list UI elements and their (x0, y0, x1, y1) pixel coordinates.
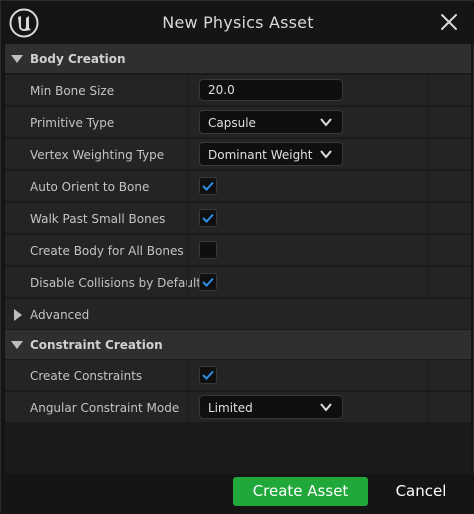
divider (187, 235, 188, 266)
vertex-weighting-type-value: Dominant Weight (208, 148, 313, 162)
divider (427, 139, 428, 170)
angular-constraint-mode-dropdown[interactable]: Limited (199, 395, 343, 419)
dialog-footer: Create Asset Cancel (1, 474, 474, 514)
row-vertex-weighting-type: Vertex Weighting Type Dominant Weight (5, 139, 471, 170)
chevron-down-icon (320, 118, 332, 127)
chevron-down-icon (320, 150, 332, 159)
divider (187, 267, 188, 298)
primitive-type-dropdown[interactable]: Capsule (199, 110, 343, 134)
walk-past-small-bones-label: Walk Past Small Bones (30, 212, 166, 226)
divider (187, 203, 188, 234)
create-body-all-bones-label: Create Body for All Bones (30, 244, 184, 258)
section-constraint-creation[interactable]: Constraint Creation (5, 330, 471, 360)
checkmark-icon (202, 277, 214, 287)
divider (427, 171, 428, 202)
chevron-right-icon (14, 309, 22, 321)
section-title: Body Creation (30, 52, 126, 66)
checkmark-icon (202, 213, 214, 223)
divider (187, 360, 188, 391)
create-body-all-bones-checkbox[interactable] (199, 241, 217, 259)
title-bar: New Physics Asset (1, 1, 474, 44)
row-min-bone-size: Min Bone Size 20.0 (5, 75, 471, 106)
section-advanced[interactable]: Advanced (5, 299, 471, 330)
angular-constraint-mode-label: Angular Constraint Mode (30, 401, 180, 415)
advanced-label: Advanced (30, 308, 90, 322)
min-bone-size-label: Min Bone Size (30, 84, 115, 98)
cancel-button[interactable]: Cancel (378, 477, 464, 506)
row-auto-orient: Auto Orient to Bone (5, 171, 471, 202)
divider (187, 75, 188, 106)
primitive-type-label: Primitive Type (30, 116, 115, 130)
chevron-down-icon (320, 403, 332, 412)
checkmark-icon (202, 181, 214, 191)
row-walk-past-small-bones: Walk Past Small Bones (5, 203, 471, 234)
row-create-constraints: Create Constraints (5, 360, 471, 391)
close-icon[interactable] (439, 12, 459, 32)
section-body-creation[interactable]: Body Creation (5, 44, 471, 74)
primitive-type-value: Capsule (208, 116, 256, 130)
angular-constraint-mode-value: Limited (208, 401, 253, 415)
checkmark-icon (202, 370, 214, 380)
divider (187, 107, 188, 138)
row-angular-constraint-mode: Angular Constraint Mode Limited (5, 392, 471, 423)
disable-collisions-label: Disable Collisions by Default (30, 276, 202, 290)
divider (427, 392, 428, 423)
create-constraints-checkbox[interactable] (199, 366, 217, 384)
create-constraints-label: Create Constraints (30, 369, 143, 383)
chevron-down-icon (11, 55, 23, 63)
vertex-weighting-type-label: Vertex Weighting Type (30, 148, 165, 162)
details-panel: Body Creation Min Bone Size 20.0 Primiti… (5, 44, 471, 474)
divider (427, 75, 428, 106)
row-create-body-all-bones: Create Body for All Bones (5, 235, 471, 266)
auto-orient-checkbox[interactable] (199, 177, 217, 195)
chevron-down-icon (11, 341, 23, 349)
row-disable-collisions: Disable Collisions by Default (5, 267, 471, 298)
divider (187, 139, 188, 170)
new-physics-asset-dialog: New Physics Asset Body Creation Min Bone… (0, 0, 474, 514)
divider (427, 360, 428, 391)
row-primitive-type: Primitive Type Capsule (5, 107, 471, 138)
auto-orient-label: Auto Orient to Bone (30, 180, 150, 194)
divider (187, 171, 188, 202)
divider (187, 392, 188, 423)
divider (427, 203, 428, 234)
divider (427, 107, 428, 138)
dialog-title: New Physics Asset (162, 13, 314, 32)
divider (427, 267, 428, 298)
divider (427, 235, 428, 266)
disable-collisions-checkbox[interactable] (199, 273, 217, 291)
create-asset-button[interactable]: Create Asset (233, 477, 368, 506)
walk-past-small-bones-checkbox[interactable] (199, 209, 217, 227)
min-bone-size-input[interactable]: 20.0 (199, 79, 343, 101)
section-title: Constraint Creation (30, 338, 163, 352)
vertex-weighting-type-dropdown[interactable]: Dominant Weight (199, 142, 343, 166)
